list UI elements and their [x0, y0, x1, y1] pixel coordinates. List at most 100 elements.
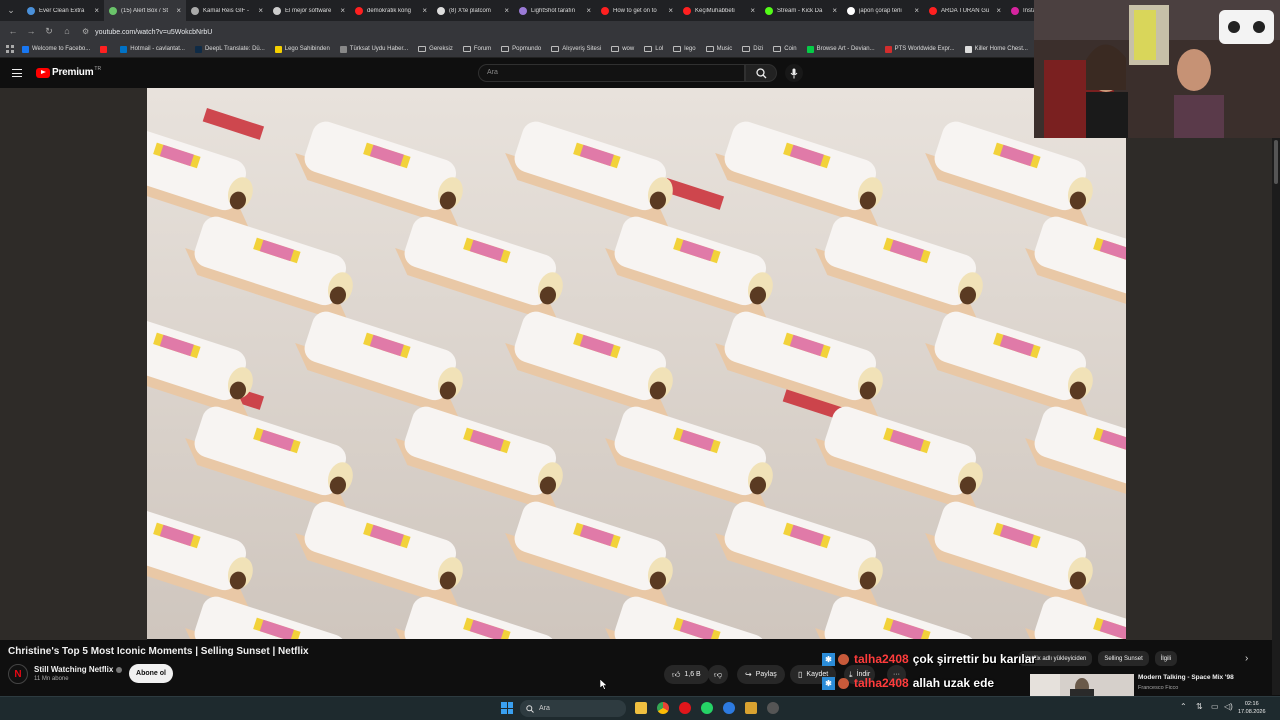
browser-tab[interactable]: japon çorap terli × [842, 0, 924, 21]
volume-icon[interactable]: ◁) [1224, 702, 1233, 711]
windows-start-icon[interactable] [501, 702, 513, 714]
bookmark-folder[interactable]: Forum [462, 46, 491, 53]
reload-icon[interactable]: ↻ [40, 21, 58, 41]
tab-favicon-icon [929, 6, 937, 15]
steam-icon[interactable] [767, 702, 779, 714]
home-icon[interactable]: ⌂ [58, 21, 76, 41]
opera-icon[interactable] [679, 702, 691, 714]
bookmark-item[interactable]: Browse Art - Devian... [806, 45, 875, 53]
browser-tab[interactable]: (15) Alert Box / St × [104, 0, 186, 21]
site-info-icon[interactable]: ⚙ [82, 27, 89, 36]
bookmark-item[interactable]: Lego Sahibinden [274, 45, 330, 53]
bookmark-item[interactable]: DeepL Translate: Dü... [194, 45, 265, 53]
tab-favicon-icon [1011, 6, 1019, 15]
game-icon[interactable] [745, 702, 757, 714]
tab-close-icon[interactable]: × [258, 6, 263, 15]
channel-name-row[interactable]: Still Watching Netflix [34, 665, 123, 674]
browser-tab[interactable]: Ever Clean Extra × [22, 0, 104, 21]
chrome-icon[interactable] [657, 702, 669, 714]
dislike-button[interactable]: 👎︎ [708, 665, 729, 684]
bookmark-item[interactable]: Welcome to Facebo... [22, 45, 90, 53]
folder-icon [501, 46, 510, 52]
channel-avatar[interactable]: N [8, 664, 28, 684]
browser-tab[interactable]: demokratik kong × [350, 0, 432, 21]
browser-tab[interactable]: KeçiMuhabbeti × [678, 0, 760, 21]
bookmark-item[interactable]: Hotmail - cavlantat... [120, 45, 185, 53]
tab-favicon-icon [601, 6, 609, 15]
bookmark-folder[interactable]: Alışveriş Sitesi [551, 46, 601, 53]
video-player[interactable] [147, 88, 1126, 639]
search-button[interactable] [745, 64, 777, 82]
tab-close-icon[interactable]: × [586, 6, 591, 15]
tab-close-icon[interactable]: × [914, 6, 919, 15]
bookmark-item[interactable]: Türksat Uydu Haber... [339, 45, 408, 53]
bookmark-folder[interactable]: Lol [644, 46, 663, 53]
whatsapp-icon[interactable] [701, 702, 713, 714]
bookmark-item[interactable]: PTS Worldwide Expr... [884, 45, 955, 53]
apps-grid-icon[interactable] [6, 45, 14, 53]
subscribe-button[interactable]: Abone ol [129, 664, 173, 683]
bookmark-folder[interactable]: Dizi [742, 46, 763, 53]
file-explorer-icon[interactable] [635, 702, 647, 714]
tray-expand-icon[interactable]: ⌃ [1180, 702, 1187, 711]
like-button[interactable]: 👍︎ 1,6 B [664, 665, 709, 684]
tab-search-icon[interactable]: ⌄ [0, 0, 22, 21]
bookmark-folder[interactable]: Gereksiz [418, 46, 453, 53]
bookmark-folder[interactable]: lego [673, 46, 696, 53]
tab-close-icon[interactable]: × [750, 6, 755, 15]
bookmark-favicon-icon [100, 45, 108, 53]
tab-close-icon[interactable]: × [832, 6, 837, 15]
bookmark-label: wow [622, 46, 635, 52]
browser-tab[interactable]: (8) X'te platcom × [432, 0, 514, 21]
bookmark-folder[interactable]: Music [705, 46, 732, 53]
chevron-right-icon[interactable]: › [1245, 653, 1248, 664]
browser-tab[interactable]: Kamal Reis GIF - × [186, 0, 268, 21]
tab-close-icon[interactable]: × [340, 6, 345, 15]
tab-close-icon[interactable]: × [504, 6, 509, 15]
browser-tab[interactable]: El mejor software × [268, 0, 350, 21]
youtube-premium-logo[interactable]: Premium TR [36, 66, 101, 78]
folder-icon [611, 46, 620, 52]
voice-search-button[interactable] [785, 64, 803, 82]
ethernet-icon[interactable]: ▭ [1211, 702, 1219, 711]
like-count: 1,6 B [684, 671, 701, 678]
bookmark-item[interactable] [100, 45, 110, 53]
app-icon[interactable] [723, 702, 735, 714]
browser-tab[interactable]: Insta× [1006, 0, 1034, 21]
bookmark-folder[interactable]: Coin [773, 46, 797, 53]
bookmark-item[interactable]: Killer Home Chest... [964, 45, 1028, 53]
scrollbar-thumb[interactable] [1274, 140, 1278, 184]
recommendation-author: Francesco Ficco [1138, 685, 1179, 691]
search-input[interactable]: Ara [478, 64, 745, 82]
network-icon[interactable]: ⇅ [1196, 702, 1203, 711]
browser-tab[interactable]: ARDA TURAN Gü × [924, 0, 1006, 21]
url-field[interactable]: ⚙ youtube.com/watch?v=u5WokcbNrbU [82, 27, 212, 36]
forward-icon[interactable]: → [22, 21, 40, 41]
filter-chip[interactable]: Selling Sunset [1098, 651, 1149, 666]
recommendation-thumbnail[interactable] [1030, 674, 1134, 696]
taskbar-search[interactable]: Ara [520, 700, 626, 717]
tab-close-icon[interactable]: × [94, 6, 99, 15]
recommendation-title[interactable]: Modern Talking - Space Mix '98 [1138, 674, 1234, 681]
tab-close-icon[interactable]: × [422, 6, 427, 15]
webcam-image [1034, 0, 1280, 138]
bookmark-label: lego [684, 46, 696, 52]
bookmark-label: Browse Art - Devian... [816, 46, 875, 52]
screen: ⌄ Ever Clean Extra × (15) Alert Box / St × K… [0, 0, 1280, 720]
thumbs-up-icon: 👍︎ [672, 669, 681, 679]
system-clock[interactable]: 02:16 17.08.2026 [1238, 700, 1266, 716]
tab-close-icon[interactable]: × [996, 6, 1001, 15]
bookmark-folder[interactable]: wow [611, 46, 634, 53]
video-title: Christine's Top 5 Most Iconic Moments | … [8, 646, 309, 657]
browser-tab[interactable]: LightShot tarafın × [514, 0, 596, 21]
bookmark-folder[interactable]: Popmundo [501, 46, 541, 53]
page-scrollbar[interactable] [1272, 138, 1280, 695]
tab-close-icon[interactable]: × [668, 6, 673, 15]
filter-chip[interactable]: İlgili [1154, 651, 1178, 666]
browser-tab[interactable]: How to get on to × [596, 0, 678, 21]
hamburger-menu-icon[interactable] [12, 69, 22, 77]
share-button[interactable]: ↪ Paylaş [737, 665, 785, 684]
tab-close-icon[interactable]: × [176, 6, 181, 15]
browser-tab[interactable]: Stream - Kick Da × [760, 0, 842, 21]
back-icon[interactable]: ← [4, 21, 22, 41]
